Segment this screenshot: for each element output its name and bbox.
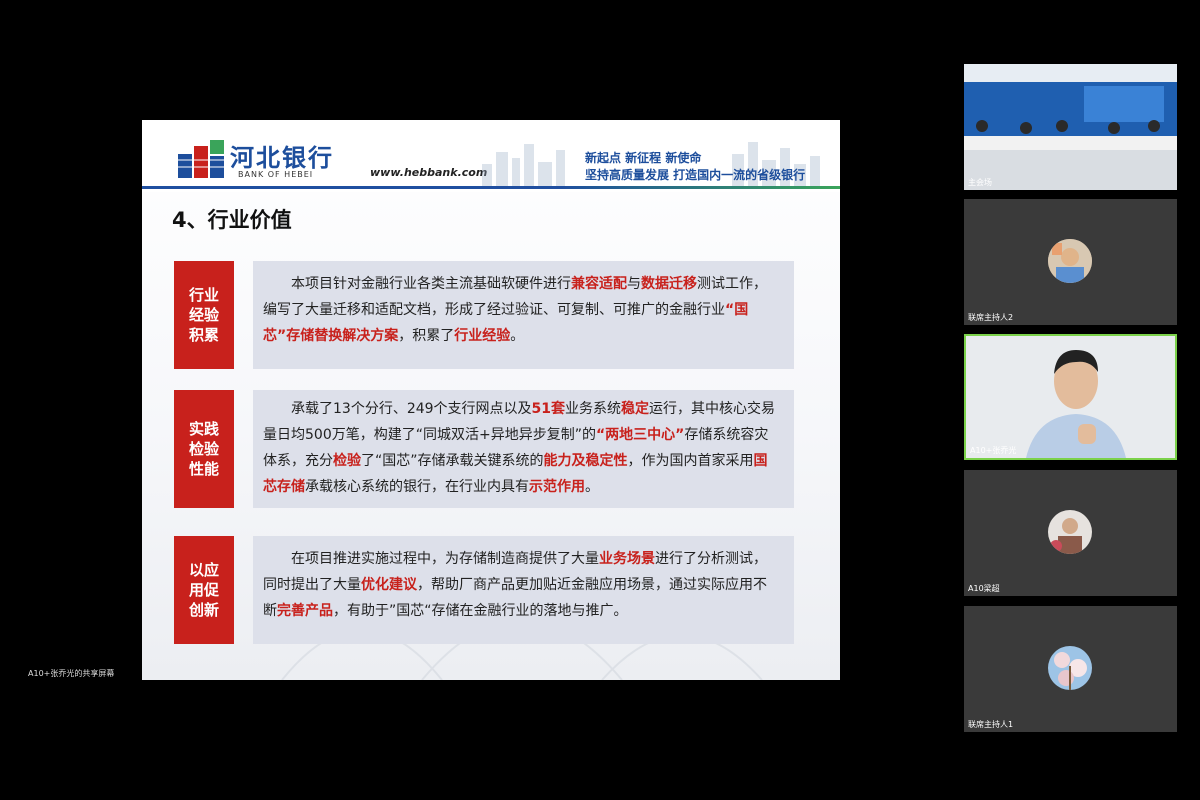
highlight-text: 优化建议: [361, 577, 417, 593]
participant-tile-cohost-1[interactable]: 联席主持人1: [964, 606, 1177, 732]
banner-divider: [142, 186, 840, 189]
bank-name-en: BANK OF HEBEI: [238, 170, 314, 179]
bank-logo-icon: [178, 140, 224, 178]
row-tag-application-innovation: 以应用促创新: [174, 536, 234, 644]
row-tag-label: 实践检验性能: [188, 420, 219, 478]
bank-url: www.hebbank.com: [370, 166, 488, 179]
text-segment: 在项目推进实施过程中，为存储制造商提供了大量: [291, 551, 599, 567]
row-text-practice-verification: 承载了13个分行、249个支行网点以及51套业务系统稳定运行，其中核心交易量日均…: [253, 390, 794, 508]
text-segment: ，有助于”国芯“存储在金融行业的落地与推广。: [333, 603, 628, 619]
participant-avatar: [1048, 510, 1092, 554]
row-tag-label: 行业经验积累: [188, 286, 219, 344]
speaker-video-icon: [966, 336, 1175, 458]
text-segment: ，积累了: [398, 328, 455, 344]
text-segment: ，作为国内首家采用: [627, 453, 754, 469]
highlight-text: 示范作用: [529, 479, 585, 495]
participant-tile-liang-chao[interactable]: A10梁超: [964, 470, 1177, 596]
text-segment: 了“国芯”存储承载关键系统的: [361, 453, 544, 469]
participant-tile-active-speaker[interactable]: A10+张乔光: [964, 334, 1177, 460]
avatar-image-icon: [1048, 646, 1092, 690]
highlight-text: 数据迁移: [641, 276, 697, 292]
text-segment: 承载了13个分行、249个支行网点以及: [291, 401, 532, 417]
participant-name: 联席主持人1: [968, 720, 1014, 729]
row-tag-practice-verification: 实践检验性能: [174, 390, 234, 508]
participant-tile-cohost-2[interactable]: 联席主持人2: [964, 199, 1177, 325]
participant-name: A10+张乔光: [970, 446, 1017, 455]
participant-name: A10梁超: [968, 584, 1000, 593]
participant-avatar: [1048, 239, 1092, 283]
row-text-industry-experience: 本项目针对金融行业各类主流基础软硬件进行兼容适配与数据迁移测试工作，编写了大量迁…: [253, 261, 794, 369]
text-segment: 。: [510, 328, 525, 344]
screen-share-label: A10+张乔光的共享屏幕: [28, 669, 115, 678]
text-segment: 业务系统: [565, 401, 622, 417]
highlight-text: 行业经验: [454, 328, 511, 344]
slide-header-banner: 河北银行 BANK OF HEBEI www.hebbank.com 新起点 新…: [142, 120, 840, 192]
slogan-line-1: 新起点 新征程 新使命: [585, 151, 702, 165]
highlight-text: 能力及稳定性: [543, 453, 628, 469]
text-segment: 。: [585, 479, 599, 495]
highlight-text: 业务场景: [599, 551, 655, 567]
row-text-application-innovation: 在项目推进实施过程中，为存储制造商提供了大量业务场景进行了分析测试，同时提出了大…: [253, 536, 794, 644]
bank-name: 河北银行: [230, 143, 334, 172]
highlight-text: 完善产品: [277, 603, 333, 619]
row-tag-industry-experience: 行业经验积累: [174, 261, 234, 369]
row-tag-label: 以应用促创新: [188, 561, 219, 619]
shared-slide: 河北银行 BANK OF HEBEI www.hebbank.com 新起点 新…: [142, 120, 840, 680]
slogan-line-2: 坚持高质量发展 打造国内一流的省级银行: [585, 168, 806, 182]
slide-title: 4、行业价值: [172, 208, 292, 232]
participant-name: 主会场: [968, 178, 992, 187]
highlight-text: 稳定: [621, 401, 650, 417]
text-segment: 本项目针对金融行业各类主流基础软硬件进行: [291, 276, 571, 292]
highlight-text: 检验: [333, 453, 361, 469]
participant-avatar: [1048, 646, 1092, 690]
text-segment: 承载核心系统的银行，在行业内具有: [305, 479, 529, 495]
participant-name: 联席主持人2: [968, 313, 1014, 322]
text-segment: 与: [627, 276, 641, 292]
avatar-image-icon: [1048, 510, 1092, 554]
highlight-text: “两地三中心”: [595, 427, 685, 443]
avatar-image-icon: [1048, 239, 1092, 283]
conference-stage-video-icon: [964, 64, 1177, 190]
highlight-text: 兼容适配: [571, 276, 627, 292]
highlight-text: 51套: [531, 401, 566, 417]
participant-tile-main-venue[interactable]: 主会场: [964, 64, 1177, 190]
